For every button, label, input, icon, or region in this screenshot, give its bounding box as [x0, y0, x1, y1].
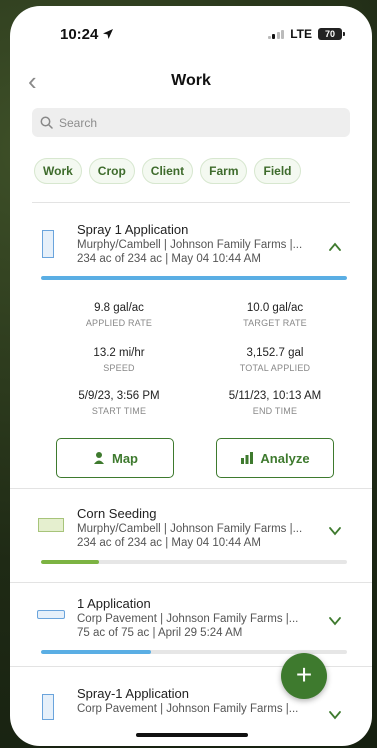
start-time-value: 5/9/23, 3:56 PM [78, 390, 160, 402]
job-card-spray-1-application[interactable]: Spray 1 Application Murphy/Cambell | Joh… [32, 218, 350, 290]
signal-icon [267, 29, 285, 39]
speed-value: 13.2 mi/hr [93, 347, 145, 359]
job-title: Corn Seeding [77, 506, 157, 521]
job-progress-fill [41, 560, 100, 564]
battery-icon: 70 [318, 28, 345, 40]
status-bar: 10:24 LTE 70 [10, 6, 372, 62]
end-time-label: END TIME [252, 406, 298, 416]
search-input[interactable] [59, 115, 339, 130]
page-title: Work [171, 72, 211, 89]
applied-rate-label: APPLIED RATE [85, 318, 153, 328]
end-time-stat: 5/11/23, 10:13 AM END TIME [210, 390, 340, 416]
applied-rate-stat: 9.8 gal/ac APPLIED RATE [54, 302, 184, 328]
field-shape-icon [42, 230, 54, 258]
job-subtitle: Murphy/Cambell | Johnson Family Farms |.… [77, 523, 303, 535]
divider [32, 202, 350, 203]
filter-chips: Work Crop Client Farm Field [34, 158, 301, 184]
person-pin-icon [94, 452, 104, 464]
chevron-down-icon[interactable] [328, 708, 342, 722]
total-applied-value: 3,152.7 gal [246, 347, 304, 359]
job-subtitle: Murphy/Cambell | Johnson Family Farms |.… [77, 239, 303, 251]
job-card-1-application[interactable]: 1 Application Corp Pavement | Johnson Fa… [32, 592, 350, 660]
job-detail: 75 ac of 75 ac | April 29 5:24 AM [77, 627, 243, 639]
total-applied-label: TOTAL APPLIED [239, 363, 311, 373]
speed-label: SPEED [103, 363, 135, 373]
job-title: Spray 1 Application [77, 222, 189, 237]
job-progress-bar [41, 560, 347, 564]
filter-chip-work[interactable]: Work [34, 158, 82, 184]
map-button-label: Map [112, 450, 138, 466]
total-applied-stat: 3,152.7 gal TOTAL APPLIED [210, 347, 340, 373]
target-rate-stat: 10.0 gal/ac TARGET RATE [210, 302, 340, 328]
job-progress-bar [41, 276, 347, 280]
search-bar[interactable] [32, 108, 350, 137]
field-shape-icon [37, 610, 65, 619]
target-rate-value: 10.0 gal/ac [246, 302, 304, 314]
job-detail: 234 ac of 234 ac | May 04 10:44 AM [77, 537, 261, 549]
analyze-button-label: Analyze [260, 450, 310, 466]
job-card-corn-seeding[interactable]: Corn Seeding Murphy/Cambell | Johnson Fa… [32, 502, 350, 570]
job-detail: 234 ac of 234 ac | May 04 10:44 AM [77, 253, 261, 265]
start-time-label: START TIME [91, 406, 147, 416]
job-subtitle: Corp Pavement | Johnson Family Farms |..… [77, 703, 299, 715]
analyze-button[interactable]: Analyze [216, 438, 334, 478]
chevron-down-icon[interactable] [328, 614, 342, 628]
location-arrow-icon [103, 29, 114, 39]
divider [10, 488, 372, 489]
filter-chip-crop[interactable]: Crop [88, 158, 135, 184]
filter-chip-field[interactable]: Field [254, 158, 301, 184]
end-time-value: 5/11/23, 10:13 AM [228, 390, 322, 402]
phone-screen: 10:24 LTE 70 ‹ Work Work Crop Client Far… [10, 6, 372, 746]
map-button[interactable]: Map [56, 438, 174, 478]
search-icon [40, 116, 53, 129]
applied-rate-value: 9.8 gal/ac [94, 302, 144, 314]
chevron-down-icon[interactable] [328, 524, 342, 538]
job-subtitle: Corp Pavement | Johnson Family Farms |..… [77, 613, 299, 625]
target-rate-label: TARGET RATE [243, 318, 307, 328]
filter-chip-client[interactable]: Client [141, 158, 194, 184]
add-job-button[interactable]: + [281, 653, 327, 699]
bar-chart-icon [241, 452, 254, 464]
job-progress-fill [41, 650, 152, 654]
job-title: Spray-1 Application [77, 686, 190, 701]
filter-chip-farm[interactable]: Farm [200, 158, 248, 184]
job-progress-fill [41, 276, 347, 280]
nav-bar: ‹ Work [10, 62, 372, 102]
status-time: 10:24 [60, 25, 99, 43]
field-shape-icon [42, 694, 54, 720]
start-time-stat: 5/9/23, 3:56 PM START TIME [54, 390, 184, 416]
home-indicator [136, 733, 248, 737]
chevron-up-icon[interactable] [328, 240, 342, 254]
divider [10, 582, 372, 583]
job-title: 1 Application [77, 596, 151, 611]
field-shape-icon [38, 518, 64, 532]
speed-stat: 13.2 mi/hr SPEED [54, 347, 184, 373]
network-type: LTE [290, 27, 312, 41]
